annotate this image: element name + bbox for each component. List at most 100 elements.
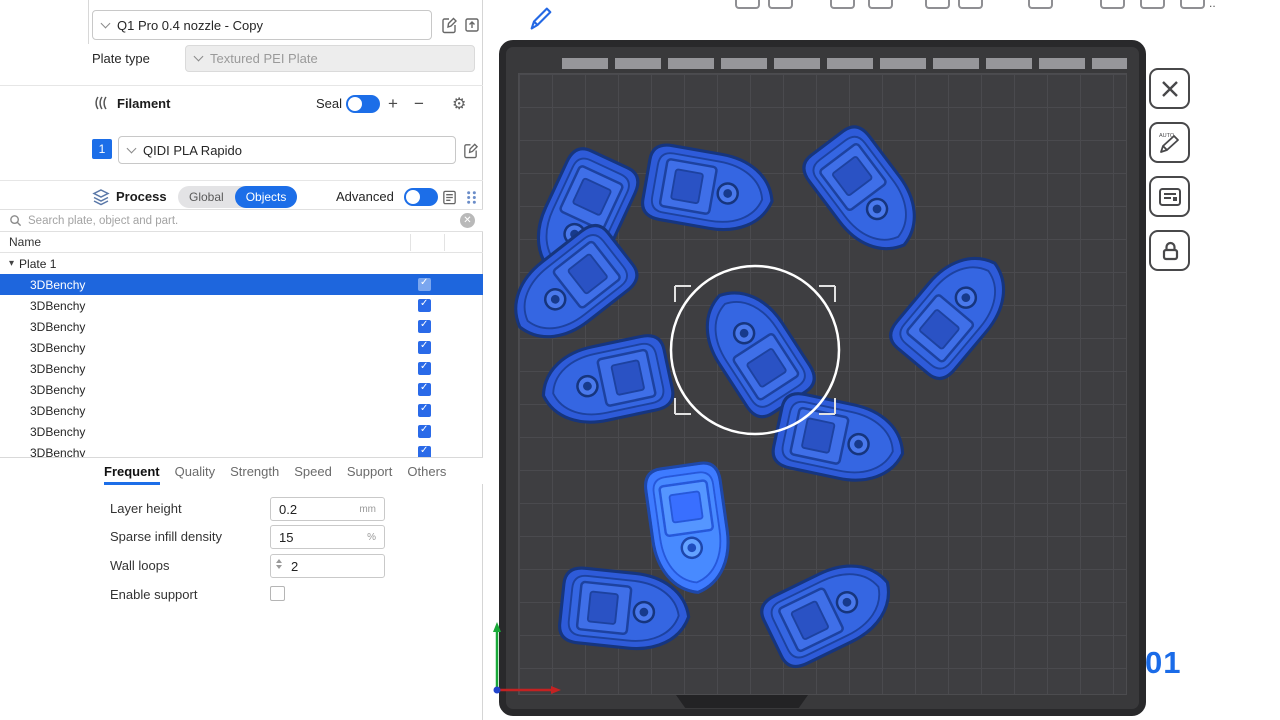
viewport-side-buttons: AUTO [1149, 68, 1190, 271]
print-checkbox[interactable] [418, 404, 431, 417]
printer-select-value: Q1 Pro 0.4 nozzle - Copy [117, 18, 263, 33]
layer-height-field: mm [270, 497, 385, 521]
view-list-icon[interactable] [438, 186, 460, 208]
object-label: 3DBenchy [30, 320, 85, 334]
name-column-header: Name [9, 235, 41, 249]
tree-header: Name [0, 232, 483, 253]
print-checkbox[interactable] [418, 362, 431, 375]
lock-icon [1158, 239, 1182, 263]
arrange-icon [1157, 184, 1183, 210]
print-checkbox[interactable] [418, 446, 431, 457]
layer-height-label: Layer height [110, 501, 182, 516]
print-checkbox[interactable] [418, 383, 431, 396]
plate-type-value: Textured PEI Plate [210, 51, 318, 66]
layer-height-unit: mm [359, 504, 376, 515]
benchy-model[interactable] [536, 332, 676, 432]
tab-quality[interactable]: Quality [175, 458, 215, 485]
tab-speed[interactable]: Speed [294, 458, 332, 485]
tree-row[interactable]: 3DBenchy [0, 316, 483, 337]
search-bar: ✕ [0, 209, 483, 232]
print-checkbox[interactable] [418, 320, 431, 333]
search-icon [9, 214, 22, 227]
filament-spool-icon [90, 92, 112, 114]
tree-row[interactable]: 3DBenchy [0, 337, 483, 358]
sparse-infill-label: Sparse infill density [110, 529, 222, 544]
edit-filament-icon[interactable] [459, 139, 481, 161]
tree-row[interactable]: 3DBenchy [0, 421, 483, 442]
object-label: 3DBenchy [30, 362, 85, 376]
chevron-down-icon [101, 18, 111, 28]
viewport-3d[interactable]: .. [483, 0, 1280, 720]
tree-row[interactable]: 3DBenchy [0, 379, 483, 400]
enable-support-checkbox[interactable] [270, 586, 285, 601]
print-checkbox[interactable] [418, 341, 431, 354]
delete-all-button[interactable] [1149, 68, 1190, 109]
benchy-model[interactable] [770, 390, 910, 490]
wall-loops-value[interactable]: 2 [291, 559, 298, 574]
filament-slot-badge[interactable]: 1 [92, 139, 112, 159]
export-config-icon[interactable] [461, 14, 483, 36]
plate-type-label: Plate type [92, 51, 150, 66]
advanced-toggle[interactable] [404, 188, 438, 206]
advanced-label: Advanced [336, 189, 394, 204]
seal-label: Seal [316, 96, 342, 111]
tree-row[interactable]: 3DBenchy [0, 442, 483, 457]
object-tree: ▾ Plate 1 3DBenchy 3DBenchy 3DBenchy 3DB… [0, 253, 483, 457]
settings-tabs: Frequent Quality Strength Speed Support … [0, 457, 483, 484]
object-label: 3DBenchy [30, 278, 85, 292]
filament-select-value: QIDI PLA Rapido [143, 143, 242, 158]
plate-type-select[interactable]: Textured PEI Plate [185, 45, 475, 72]
tab-strength[interactable]: Strength [230, 458, 279, 485]
spinner-up-icon[interactable] [276, 558, 283, 563]
benchy-model[interactable] [640, 142, 779, 238]
divider [0, 85, 483, 86]
add-filament-button[interactable]: + [383, 94, 403, 114]
process-layers-icon [90, 186, 112, 208]
filament-select[interactable]: QIDI PLA Rapido [118, 136, 456, 164]
tree-row[interactable]: 3DBenchy [0, 358, 483, 379]
benchy-model[interactable] [756, 549, 903, 672]
object-label: 3DBenchy [30, 425, 85, 439]
toggle-knob [406, 190, 420, 204]
clear-search-icon[interactable]: ✕ [460, 213, 475, 228]
remove-filament-button[interactable]: − [409, 94, 429, 114]
auto-orient-button[interactable]: AUTO [1149, 122, 1190, 163]
print-checkbox[interactable] [418, 278, 431, 291]
divider [0, 180, 483, 181]
toggle-knob [348, 97, 362, 111]
tree-row[interactable]: 3DBenchy [0, 274, 483, 295]
arrange-button[interactable] [1149, 176, 1190, 217]
benchy-model[interactable] [497, 219, 644, 357]
benchy-model[interactable] [797, 121, 934, 268]
boats-layer [497, 121, 1024, 673]
tab-frequent[interactable]: Frequent [104, 458, 160, 485]
object-label: 3DBenchy [30, 383, 85, 397]
edit-preset-icon[interactable] [438, 14, 460, 36]
gear-icon[interactable]: ⚙ [452, 94, 466, 114]
print-checkbox[interactable] [418, 425, 431, 438]
tree-row[interactable]: 3DBenchy [0, 400, 483, 421]
sort-objects-icon[interactable] [460, 186, 482, 208]
plate-number-label[interactable]: 01 [1145, 645, 1181, 681]
caret-down-icon[interactable]: ▾ [9, 258, 14, 269]
wall-loops-label: Wall loops [110, 558, 169, 573]
tree-row-plate[interactable]: ▾ Plate 1 [0, 253, 483, 274]
search-input[interactable] [28, 215, 454, 227]
lock-button[interactable] [1149, 230, 1190, 271]
scope-objects-button[interactable]: Objects [235, 186, 298, 208]
object-label: 3DBenchy [30, 299, 85, 313]
spinner-down-icon[interactable] [276, 565, 283, 570]
plate-label: Plate 1 [19, 257, 56, 271]
chevron-down-icon [194, 52, 204, 62]
tab-support[interactable]: Support [347, 458, 393, 485]
benchy-model[interactable] [884, 239, 1023, 385]
tree-row[interactable]: 3DBenchy [0, 295, 483, 316]
print-checkbox[interactable] [418, 299, 431, 312]
tab-others[interactable]: Others [407, 458, 446, 485]
seal-toggle[interactable] [346, 95, 380, 113]
wall-loops-spinner: 2 [270, 554, 385, 578]
top-left-divider [88, 0, 89, 44]
scope-global-button[interactable]: Global [178, 186, 235, 208]
enable-support-label: Enable support [110, 587, 197, 602]
printer-select[interactable]: Q1 Pro 0.4 nozzle - Copy [92, 10, 432, 40]
